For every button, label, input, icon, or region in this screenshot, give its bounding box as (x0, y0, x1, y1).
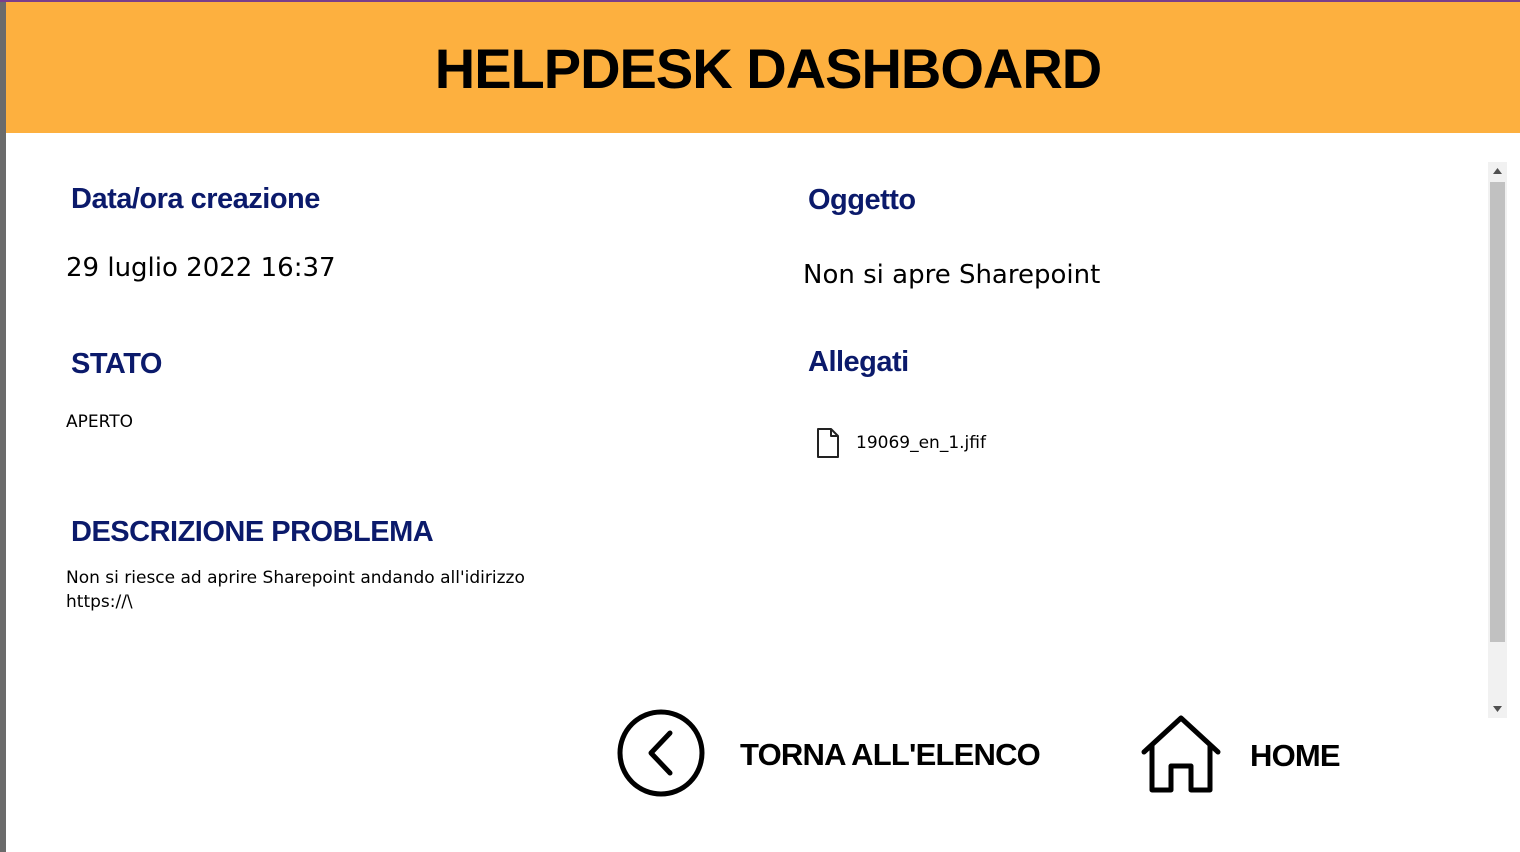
back-to-list-label[interactable]: TORNA ALL'ELENCO (740, 737, 1041, 773)
home-button[interactable]: HOME (1140, 714, 1341, 798)
description-line-2: https://\ (66, 592, 133, 612)
home-label[interactable]: HOME (1250, 738, 1341, 774)
attachment-name[interactable]: 19069_en_1.jfif (856, 433, 986, 453)
scroll-down-arrow-icon[interactable] (1488, 700, 1507, 718)
attachments-label: Allegati (808, 346, 909, 378)
content-scrollbar[interactable] (1488, 162, 1507, 718)
home-icon[interactable] (1140, 714, 1222, 798)
scroll-up-arrow-icon[interactable] (1488, 162, 1507, 180)
created-label: Data/ora creazione (71, 183, 320, 215)
description-line-1: Non si riesce ad aprire Sharepoint andan… (66, 568, 525, 588)
subject-value: Non si apre Sharepoint (803, 260, 1101, 290)
description-text: Non si riesce ad aprire Sharepoint andan… (66, 566, 586, 614)
attachment-item[interactable]: 19069_en_1.jfif (814, 426, 986, 460)
app-header: HELPDESK DASHBOARD (6, 2, 1520, 133)
description-label: DESCRIZIONE PROBLEMA (71, 516, 434, 548)
created-value: 29 luglio 2022 16:37 (66, 253, 336, 283)
page-title: HELPDESK DASHBOARD (434, 37, 1102, 100)
chevron-left-circle-icon[interactable] (616, 708, 706, 802)
subject-label: Oggetto (808, 184, 916, 216)
status-label: STATO (71, 348, 162, 380)
file-icon (814, 427, 842, 459)
scrollbar-thumb[interactable] (1490, 182, 1505, 642)
status-value: APERTO (66, 412, 133, 432)
back-to-list-button[interactable]: TORNA ALL'ELENCO (616, 708, 1041, 802)
